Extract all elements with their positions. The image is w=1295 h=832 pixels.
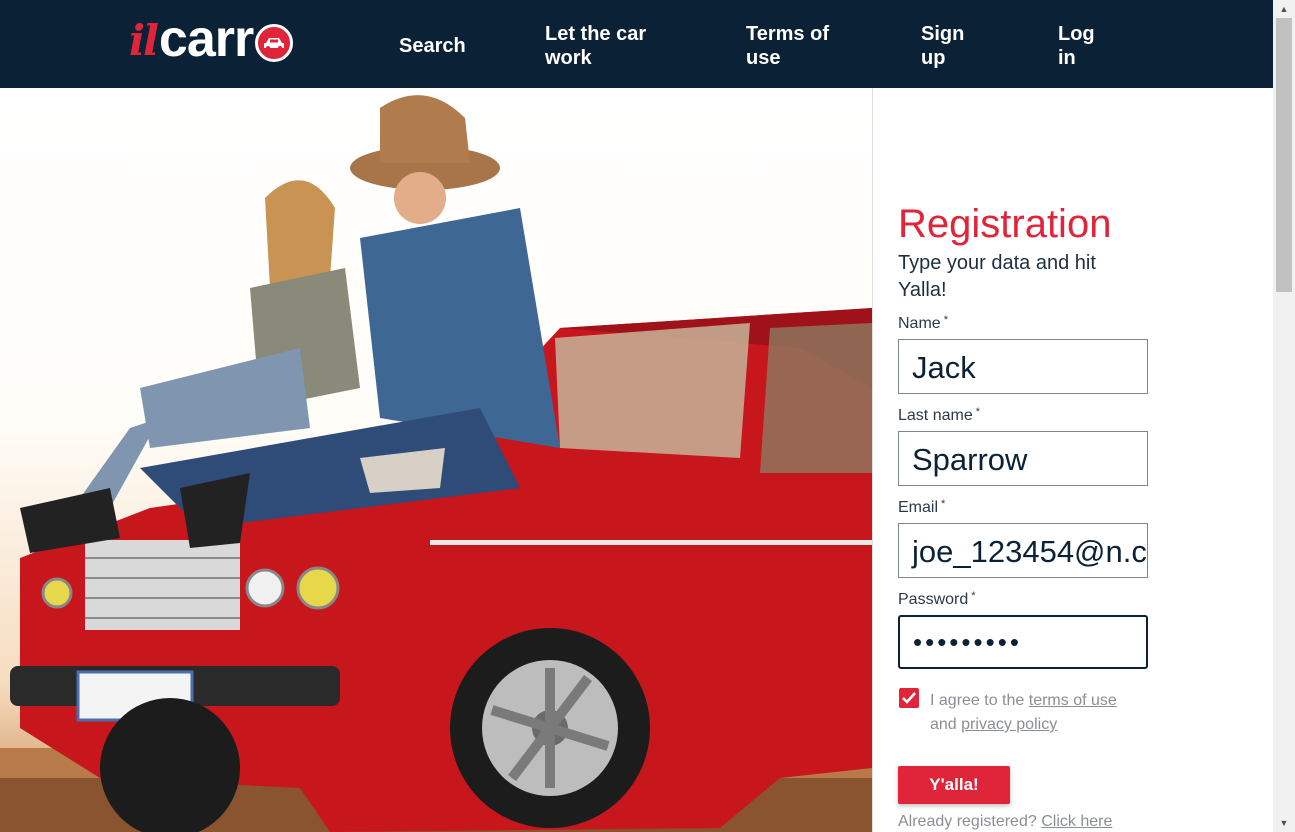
terms-of-use-link[interactable]: terms of use: [1029, 692, 1117, 709]
required-mark: *: [975, 406, 980, 418]
terms-checkbox[interactable]: [899, 688, 919, 708]
hero-illustration: [0, 95, 872, 832]
required-mark: *: [971, 590, 976, 602]
yalla-submit-button[interactable]: Y'alla!: [898, 766, 1010, 804]
privacy-policy-link[interactable]: privacy policy: [961, 716, 1057, 733]
nav-sign-up[interactable]: Sign up: [921, 22, 981, 70]
required-mark: *: [941, 498, 946, 510]
registration-title: Registration: [898, 202, 1112, 246]
password-input[interactable]: •••••••••: [898, 615, 1148, 669]
scroll-thumb[interactable]: [1276, 18, 1292, 292]
click-here-login-link[interactable]: Click here: [1041, 813, 1112, 830]
logo-il-text: il: [129, 16, 159, 65]
email-input[interactable]: joe_123454@n.co: [898, 523, 1148, 578]
password-label: Password *: [898, 590, 976, 608]
logo-carr-text: carr: [158, 10, 254, 68]
nav-let-the-car-work[interactable]: Let the car work: [545, 22, 675, 70]
nav-log-in[interactable]: Log in: [1058, 22, 1108, 70]
hero-image-couple-on-red-car: [0, 88, 872, 832]
scroll-down-arrow-icon[interactable]: ▼: [1273, 814, 1295, 832]
registration-subtitle: Type your data and hit Yalla!: [898, 252, 1096, 301]
car-icon: [255, 24, 294, 62]
last-name-input[interactable]: Sparrow: [898, 431, 1148, 486]
already-registered: Already registered? Click here: [898, 812, 1112, 832]
terms-agreement-text: I agree to the terms of use and privacy …: [930, 689, 1150, 737]
ilcarro-logo[interactable]: il carr: [129, 13, 294, 65]
scroll-up-arrow-icon[interactable]: ▲: [1273, 0, 1295, 18]
nav-search[interactable]: Search: [399, 34, 489, 58]
name-input[interactable]: Jack: [898, 339, 1148, 394]
agree-prefix: I agree to the: [930, 692, 1025, 709]
already-registered-text: Already registered?: [898, 813, 1037, 830]
required-mark: *: [943, 314, 948, 326]
agree-and: and: [930, 716, 957, 733]
email-label: Email *: [898, 498, 946, 516]
checkmark-icon: [902, 692, 916, 704]
last-name-label: Last name *: [898, 406, 980, 424]
site-header: il carr Search Let the car work Terms of…: [0, 0, 1273, 88]
nav-terms-of-use[interactable]: Terms of use: [746, 22, 846, 70]
page-scrollbar[interactable]: ▲ ▼: [1273, 0, 1295, 832]
name-label: Name *: [898, 314, 948, 332]
